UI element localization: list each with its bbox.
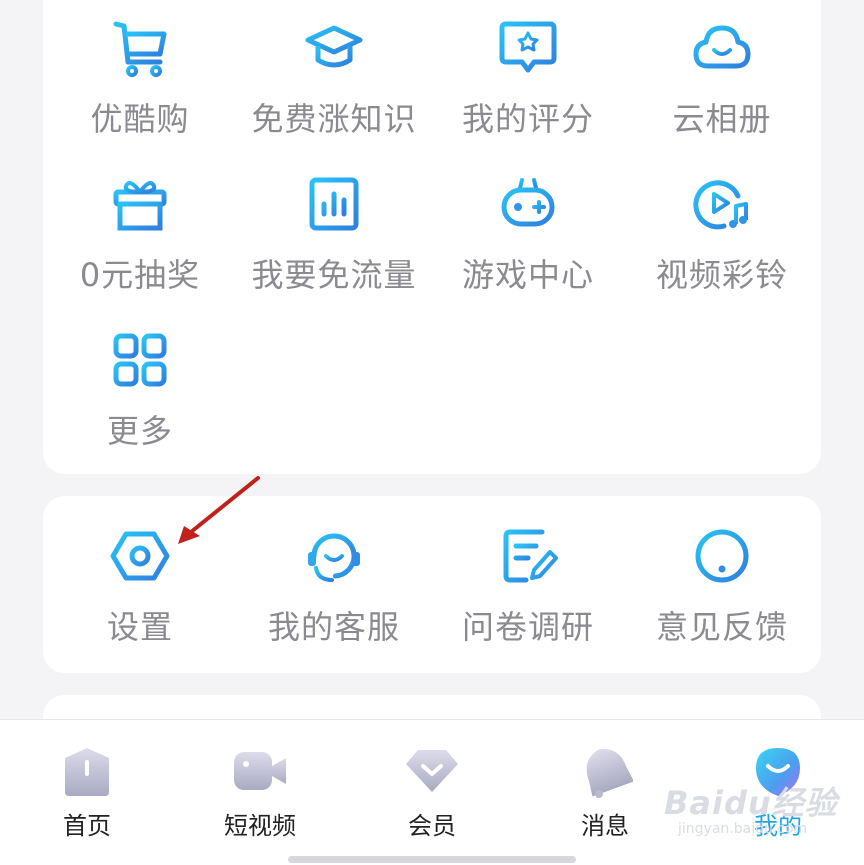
star-comment-icon	[499, 21, 557, 73]
service-free-lottery[interactable]: 0元抽奖	[43, 174, 237, 314]
graduation-cap-icon	[305, 25, 363, 68]
service-label: 0元抽奖	[79, 256, 201, 294]
service-label: 我的评分	[461, 100, 594, 138]
tool-label: 意见反馈	[655, 608, 788, 646]
headset-icon	[308, 533, 360, 582]
tab-vip[interactable]: 会员	[372, 744, 492, 844]
settings-hexagon-icon	[110, 531, 170, 581]
gamepad-icon	[501, 178, 555, 227]
tab-label: 会员	[408, 812, 456, 840]
service-label: 云相册	[672, 100, 772, 138]
profile-icon	[756, 748, 800, 796]
service-cloud-album[interactable]: 云相册	[625, 18, 819, 158]
bottom-tab-bar: 首页 短视频 会员 消息 我的	[0, 719, 864, 865]
music-play-icon	[693, 180, 748, 230]
vip-diamond-icon	[406, 750, 458, 792]
service-more[interactable]: 更多	[43, 330, 237, 470]
bar-chart-icon	[309, 177, 359, 231]
gift-box-icon	[113, 181, 167, 231]
service-label: 视频彩铃	[655, 256, 788, 294]
service-youku-shop[interactable]: 优酷购	[43, 18, 237, 158]
exclamation-circle-icon	[695, 529, 749, 583]
tool-customer-service[interactable]: 我的客服	[237, 526, 431, 666]
tool-feedback[interactable]: 意见反馈	[625, 526, 819, 666]
service-game-center[interactable]: 游戏中心	[431, 174, 625, 314]
tab-label: 我的	[754, 812, 802, 840]
grid-more-icon	[113, 333, 167, 387]
service-my-rating[interactable]: 我的评分	[431, 18, 625, 158]
service-label: 免费涨知识	[251, 100, 417, 138]
service-label: 我要免流量	[251, 256, 417, 294]
service-video-ringtone[interactable]: 视频彩铃	[625, 174, 819, 314]
service-label: 游戏中心	[461, 256, 594, 294]
cloud-icon	[693, 25, 751, 69]
service-label: 更多	[106, 412, 173, 450]
tab-profile[interactable]: 我的	[718, 744, 838, 844]
tab-label: 首页	[63, 812, 111, 840]
tool-label: 设置	[106, 608, 173, 646]
home-icon	[65, 748, 109, 796]
tools-card: 设置 我的客服 问卷调研 意见反馈	[43, 496, 821, 673]
tool-survey[interactable]: 问卷调研	[431, 526, 625, 666]
tool-label: 问卷调研	[461, 608, 594, 646]
shopping-cart-icon	[113, 21, 167, 77]
service-free-data[interactable]: 我要免流量	[237, 174, 431, 314]
tab-messages[interactable]: 消息	[545, 744, 665, 844]
home-indicator[interactable]	[288, 856, 576, 863]
tab-label: 消息	[581, 812, 629, 840]
service-free-knowledge[interactable]: 免费涨知识	[237, 18, 431, 158]
tool-label: 我的客服	[267, 608, 400, 646]
services-card: 优酷购 免费涨知识 我的评分 云相册 0元抽奖 我要免流量 游戏中心 视频彩铃 …	[43, 0, 821, 474]
tab-short-video[interactable]: 短视频	[200, 744, 320, 844]
tool-settings[interactable]: 设置	[43, 526, 237, 666]
tab-home[interactable]: 首页	[27, 744, 147, 844]
tab-label: 短视频	[224, 812, 296, 840]
video-camera-icon	[234, 752, 286, 790]
survey-edit-icon	[503, 529, 558, 583]
bell-icon	[586, 749, 633, 798]
service-label: 优酷购	[90, 100, 190, 138]
